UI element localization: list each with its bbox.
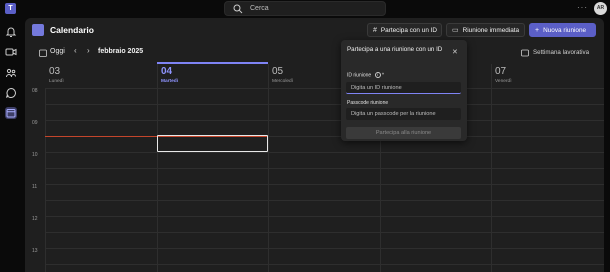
info-icon[interactable]: i	[374, 72, 381, 78]
search-icon	[233, 4, 243, 13]
grid-line	[45, 184, 604, 185]
grid-line	[45, 104, 604, 105]
day-number: 04	[161, 66, 173, 77]
selected-time-slot[interactable]	[157, 135, 268, 152]
divider	[268, 64, 269, 88]
day-header-tue[interactable]: 04 Martedì	[157, 64, 268, 88]
video-camera-icon: ▭	[452, 27, 459, 34]
hour-label: 10	[32, 152, 38, 158]
day-header-mon[interactable]: 03 Lunedì	[45, 64, 157, 88]
hour-label: 12	[32, 216, 38, 222]
calendar-icon[interactable]	[5, 107, 17, 119]
teams-logo-icon: T	[5, 3, 16, 14]
new-meeting-button[interactable]: + Nuova riunione	[529, 23, 596, 37]
search-box[interactable]: Cerca	[224, 1, 386, 16]
day-name: Martedì	[161, 79, 179, 84]
day-name: Venerdì	[495, 79, 512, 84]
hour-label: 09	[32, 120, 38, 126]
chevron-left-icon[interactable]: ‹	[74, 46, 77, 55]
week-view-icon[interactable]	[521, 49, 529, 57]
meet-now-label: Riunione immediata	[462, 26, 520, 34]
hour-label: 08	[32, 88, 38, 94]
today-indicator	[157, 62, 268, 64]
page-title: Calendario	[50, 25, 94, 35]
plus-icon: +	[535, 26, 540, 34]
meet-now-button[interactable]: ▭ Riunione immediata	[446, 23, 525, 37]
video-icon[interactable]	[5, 46, 17, 58]
grid-line	[45, 168, 604, 169]
meeting-id-label: ID riunione i *	[347, 72, 384, 78]
grid-line	[45, 232, 604, 233]
grid-column-line	[268, 88, 269, 272]
day-number: 03	[49, 66, 61, 77]
grid-column-line	[491, 88, 492, 272]
grid-column-line	[45, 88, 46, 272]
chat-icon[interactable]	[5, 87, 17, 99]
close-icon[interactable]: ✕	[452, 48, 458, 56]
more-options-button[interactable]: ···	[577, 3, 588, 12]
search-placeholder: Cerca	[250, 5, 269, 12]
bell-icon[interactable]	[5, 26, 17, 38]
calendar-today-icon[interactable]	[39, 49, 47, 57]
chevron-down-icon[interactable]: ⌄	[138, 47, 144, 55]
grid-line	[45, 120, 604, 121]
app-rail	[0, 18, 22, 272]
day-name: Mercoledì	[272, 79, 294, 84]
user-avatar[interactable]: AR	[594, 2, 607, 15]
grid-line	[45, 248, 604, 249]
hour-label: 11	[32, 184, 38, 190]
join-with-id-button[interactable]: # Partecipa con un ID	[367, 23, 442, 37]
calendar-app-icon	[32, 24, 44, 36]
divider	[491, 64, 492, 88]
day-name: Lunedì	[49, 79, 64, 84]
today-button[interactable]: Oggi	[50, 48, 65, 55]
view-selector[interactable]: Settimana lavorativa	[533, 49, 589, 56]
calendar-toolbar: Oggi ‹ › febbraio 2025 ⌄ Settimana lavor…	[25, 42, 604, 62]
passcode-input[interactable]: Digita un passcode per la riunione	[346, 108, 461, 120]
day-number: 07	[495, 66, 507, 77]
grid-line	[45, 152, 604, 153]
passcode-label: Passcode riunione	[347, 100, 389, 106]
day-number: 05	[272, 66, 284, 77]
divider	[157, 64, 158, 88]
hash-icon: #	[373, 26, 377, 34]
calendar-panel: Calendario # Partecipa con un ID ▭ Riuni…	[25, 18, 604, 272]
hour-label: 13	[32, 248, 38, 254]
join-meeting-dialog: Partecipa a una riunione con un ID ✕ ID …	[341, 40, 467, 141]
meeting-id-label-text: ID riunione	[347, 72, 372, 79]
time-grid[interactable]: 08 09 10 11 12 13	[25, 88, 604, 272]
grid-line	[45, 216, 604, 217]
meeting-id-input[interactable]: Digita un ID riunione	[346, 82, 461, 94]
day-header-fri[interactable]: 07 Venerdì	[491, 64, 604, 88]
teams-icon[interactable]	[5, 67, 17, 79]
month-label[interactable]: febbraio 2025	[98, 48, 143, 55]
grid-line	[45, 264, 604, 265]
required-mark: *	[381, 72, 384, 79]
chevron-right-icon[interactable]: ›	[87, 46, 90, 55]
dialog-title: Partecipa a una riunione con un ID	[347, 46, 443, 53]
grid-column-line	[157, 88, 158, 272]
grid-line	[45, 200, 604, 201]
grid-line	[45, 88, 604, 89]
top-bar: T Cerca ··· AR	[0, 0, 610, 18]
new-meeting-label: Nuova riunione	[543, 26, 587, 34]
join-with-id-label: Partecipa con un ID	[380, 26, 438, 34]
join-meeting-button[interactable]: Partecipa alla riunione	[346, 127, 461, 139]
calendar-header: Calendario # Partecipa con un ID ▭ Riuni…	[25, 18, 604, 42]
